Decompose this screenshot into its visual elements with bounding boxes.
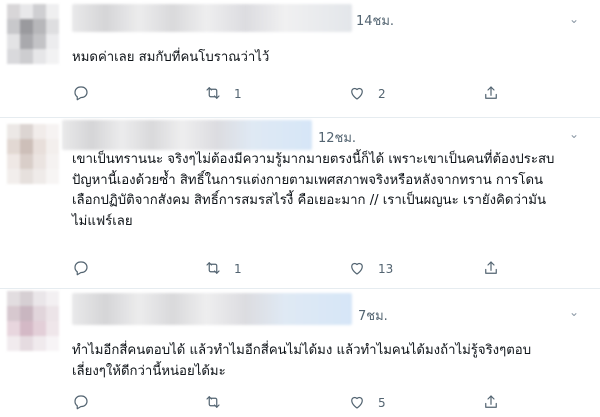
share-icon bbox=[482, 84, 500, 105]
share-button[interactable] bbox=[482, 259, 500, 279]
reply-icon bbox=[72, 259, 90, 280]
tweet-time[interactable]: 14ชม. bbox=[356, 10, 394, 31]
author-name[interactable] bbox=[72, 293, 352, 325]
tweet-text: หมดค่าเลย สมกับที่คนโบราณว่าไว้ bbox=[72, 48, 592, 69]
tweet-text-line: เขาเป็นทรานนะ จริงๆไม่ต้องมีความรู้มากมา… bbox=[72, 152, 555, 167]
tweet-text-line: ปัญหานี้เองด้วยซ้ำ สิทธิ์ในการแต่งกายตาม… bbox=[72, 172, 544, 188]
like-icon bbox=[348, 393, 366, 414]
reply-icon bbox=[72, 84, 90, 105]
more-icon[interactable]: ⌄ bbox=[566, 304, 582, 320]
reply-button[interactable] bbox=[72, 259, 102, 279]
avatar[interactable] bbox=[7, 291, 59, 351]
retweet-count: 1 bbox=[234, 87, 242, 101]
avatar[interactable] bbox=[7, 4, 59, 64]
share-button[interactable] bbox=[482, 84, 500, 104]
reply-icon bbox=[72, 393, 90, 414]
tweet-actions: 5 bbox=[72, 393, 512, 413]
like-button[interactable]: 2 bbox=[348, 84, 386, 104]
tweet-time[interactable]: 12ชม. bbox=[318, 127, 356, 148]
like-count: 5 bbox=[378, 396, 386, 410]
tweet-text-line: เลือกปฏิบัติจากสังคม สิทธิ์การสมรสไรงี้ … bbox=[72, 193, 546, 208]
tweet-time[interactable]: 7ชม. bbox=[358, 305, 388, 326]
share-icon bbox=[482, 393, 500, 414]
author-name[interactable] bbox=[62, 120, 312, 150]
like-count: 2 bbox=[378, 87, 386, 101]
share-button[interactable] bbox=[482, 393, 500, 413]
share-icon bbox=[482, 259, 500, 280]
like-count: 13 bbox=[378, 262, 394, 276]
tweet[interactable]: 7ชม. ⌄ ทำไมอีกสี่คนตอบได้ แล้วทำไมอีกสี่… bbox=[0, 289, 600, 417]
like-icon bbox=[348, 259, 366, 280]
tweet-text-line: ไม่แฟร์เลย bbox=[72, 213, 133, 229]
retweet-count: 1 bbox=[234, 262, 242, 276]
retweet-button[interactable]: 1 bbox=[204, 84, 242, 104]
tweet[interactable]: 12ชม. ⌄ เขาเป็นทรานนะ จริงๆไม่ต้องมีความ… bbox=[0, 118, 600, 289]
author-name[interactable] bbox=[72, 4, 352, 32]
retweet-icon bbox=[204, 259, 222, 280]
tweet-text: เขาเป็นทรานนะ จริงๆไม่ต้องมีความรู้มากมา… bbox=[72, 150, 592, 232]
tweet-text-line: หมดค่าเลย สมกับที่คนโบราณว่าไว้ bbox=[72, 50, 270, 65]
tweet-text: ทำไมอีกสี่คนตอบได้ แล้วทำไมอีกสี่คนไม่ได… bbox=[72, 341, 592, 382]
retweet-icon bbox=[204, 84, 222, 105]
tweet-actions: 1 13 bbox=[72, 259, 512, 279]
retweet-button[interactable] bbox=[204, 393, 234, 413]
tweet[interactable]: 14ชม. ⌄ หมดค่าเลย สมกับที่คนโบราณว่าไว้ … bbox=[0, 0, 600, 118]
more-icon[interactable]: ⌄ bbox=[566, 126, 582, 142]
tweet-actions: 1 2 bbox=[72, 84, 512, 104]
retweet-button[interactable]: 1 bbox=[204, 259, 242, 279]
avatar[interactable] bbox=[7, 124, 59, 184]
like-button[interactable]: 5 bbox=[348, 393, 386, 413]
reply-button[interactable] bbox=[72, 393, 102, 413]
retweet-icon bbox=[204, 393, 222, 414]
more-icon[interactable]: ⌄ bbox=[566, 11, 582, 27]
tweet-text-line: ทำไมอีกสี่คนตอบได้ แล้วทำไมอีกสี่คนไม่ได… bbox=[72, 343, 532, 358]
reply-button[interactable] bbox=[72, 84, 102, 104]
like-icon bbox=[348, 84, 366, 105]
tweet-text-line: เลี่ยงๆให้ดีกว่านี้หน่อยได้มะ bbox=[72, 363, 226, 379]
like-button[interactable]: 13 bbox=[348, 259, 393, 279]
